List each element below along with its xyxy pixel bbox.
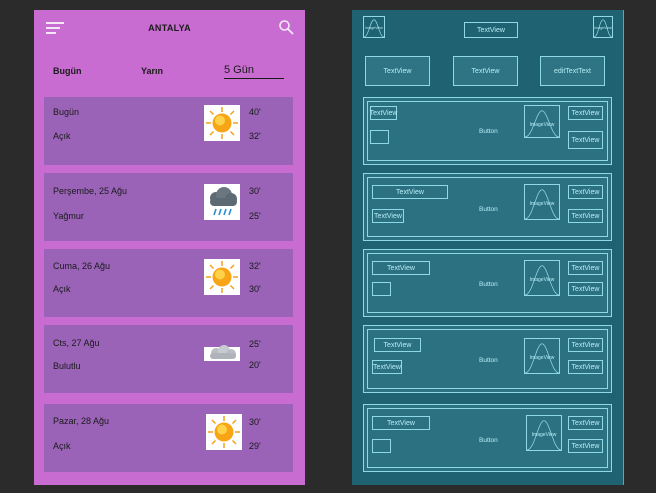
day-textview: TextView (374, 338, 421, 352)
condition-textview (370, 130, 389, 144)
rain-cloud-icon (204, 184, 240, 220)
forecast-card[interactable]: Bugün Açık 40' 32' (44, 97, 293, 165)
high-temp: 30' (249, 417, 261, 427)
tab-today[interactable]: Bugün (53, 66, 82, 76)
weather-imageview: ImageView (524, 338, 560, 374)
sun-icon (204, 105, 240, 141)
low-textview: TextView (568, 439, 603, 453)
high-textview: TextView (568, 106, 603, 120)
imageview-label: ImageView (529, 122, 555, 128)
high-temp: 30' (249, 186, 261, 196)
high-temp: 40' (249, 107, 261, 117)
weather-imageview: ImageView (524, 260, 560, 296)
search-icon[interactable] (278, 19, 294, 35)
condition-textview (372, 282, 391, 296)
city-title: ANTALYA (148, 23, 191, 33)
high-textview: TextView (568, 416, 603, 430)
condition-label: Açık (53, 441, 71, 451)
menu-imageview[interactable]: ImageView (363, 16, 385, 38)
day-textview: TextView (370, 106, 397, 120)
condition-label: Açık (53, 131, 71, 141)
blueprint-preview: ImageView TextView ImageView TextView Te… (352, 10, 624, 485)
sun-icon (204, 259, 240, 295)
sun-icon (206, 414, 242, 450)
day-textview: TextView (372, 261, 430, 275)
imageview-label: ImageView (529, 277, 555, 283)
forecast-card[interactable]: Cts, 27 Ağu Bulutlu 25' 20' (44, 325, 293, 393)
condition-label: Açık (53, 284, 71, 294)
edittext-field[interactable]: editTextText (540, 56, 605, 86)
tab-textview[interactable]: TextView (453, 56, 518, 86)
high-textview: TextView (568, 261, 603, 275)
cloud-icon (204, 343, 240, 363)
condition-textview (372, 439, 391, 453)
low-temp: 29' (249, 441, 261, 451)
button-label[interactable]: Button (479, 281, 498, 288)
low-temp: 30' (249, 284, 261, 294)
low-textview: TextView (568, 131, 603, 149)
low-temp: 20' (249, 360, 261, 370)
low-temp: 25' (249, 211, 261, 221)
design-preview: ANTALYA Bugün Yarın 5 Gün Bugün Açık 40' (34, 10, 305, 485)
condition-textview: TextView (372, 360, 402, 374)
weather-imageview: ImageView (526, 415, 562, 451)
blueprint-card[interactable]: TextView TextView Button ImageView TextV… (363, 173, 612, 241)
search-imageview[interactable]: ImageView (593, 16, 613, 38)
day-label: Cuma, 26 Ağu (53, 261, 111, 271)
weather-imageview: ImageView (524, 105, 560, 138)
weather-imageview: ImageView (524, 184, 560, 220)
forecast-card[interactable]: Cuma, 26 Ağu Açık 32' 30' (44, 249, 293, 317)
imageview-label: ImageView (529, 201, 555, 207)
blueprint-card[interactable]: TextView Button ImageView TextView TextV… (363, 97, 612, 165)
title-textview: TextView (464, 22, 518, 38)
day-textview: TextView (372, 185, 448, 199)
low-temp: 32' (249, 131, 261, 141)
day-label: Perşembe, 25 Ağu (53, 186, 128, 196)
button-label[interactable]: Button (479, 437, 498, 444)
tab-textview[interactable]: TextView (365, 56, 430, 86)
day-label: Pazar, 28 Ağu (53, 416, 110, 426)
button-label[interactable]: Button (479, 206, 498, 213)
condition-textview: TextView (372, 209, 404, 223)
imageview-label: ImageView (365, 26, 383, 30)
high-temp: 25' (249, 339, 261, 349)
days-input[interactable]: 5 Gün (224, 64, 284, 79)
day-textview: TextView (372, 416, 430, 430)
tab-tomorrow[interactable]: Yarın (141, 66, 163, 76)
blueprint-card[interactable]: TextView TextView Button ImageView TextV… (363, 325, 612, 393)
day-label: Bugün (53, 107, 80, 117)
blueprint-card[interactable]: TextView Button ImageView TextView TextV… (363, 249, 612, 317)
forecast-card[interactable]: Perşembe, 25 Ağu Yağmur 30' 25' (44, 173, 293, 241)
imageview-label: ImageView (594, 26, 612, 30)
low-textview: TextView (568, 209, 603, 223)
high-textview: TextView (568, 185, 603, 199)
imageview-label: ImageView (529, 355, 555, 361)
imageview-label: ImageView (531, 432, 557, 438)
day-label: Cts, 27 Ağu (53, 338, 100, 348)
high-temp: 32' (249, 261, 261, 271)
low-textview: TextView (568, 360, 603, 374)
top-bar: ANTALYA (34, 10, 305, 50)
high-textview: TextView (568, 338, 603, 352)
button-label[interactable]: Button (479, 357, 498, 364)
forecast-card[interactable]: Pazar, 28 Ağu Açık 30' 29' (44, 404, 293, 472)
button-label[interactable]: Button (479, 128, 498, 135)
low-textview: TextView (568, 282, 603, 296)
condition-label: Bulutlu (53, 361, 81, 371)
blueprint-card[interactable]: TextView Button ImageView TextView TextV… (363, 404, 612, 472)
condition-label: Yağmur (53, 211, 84, 221)
